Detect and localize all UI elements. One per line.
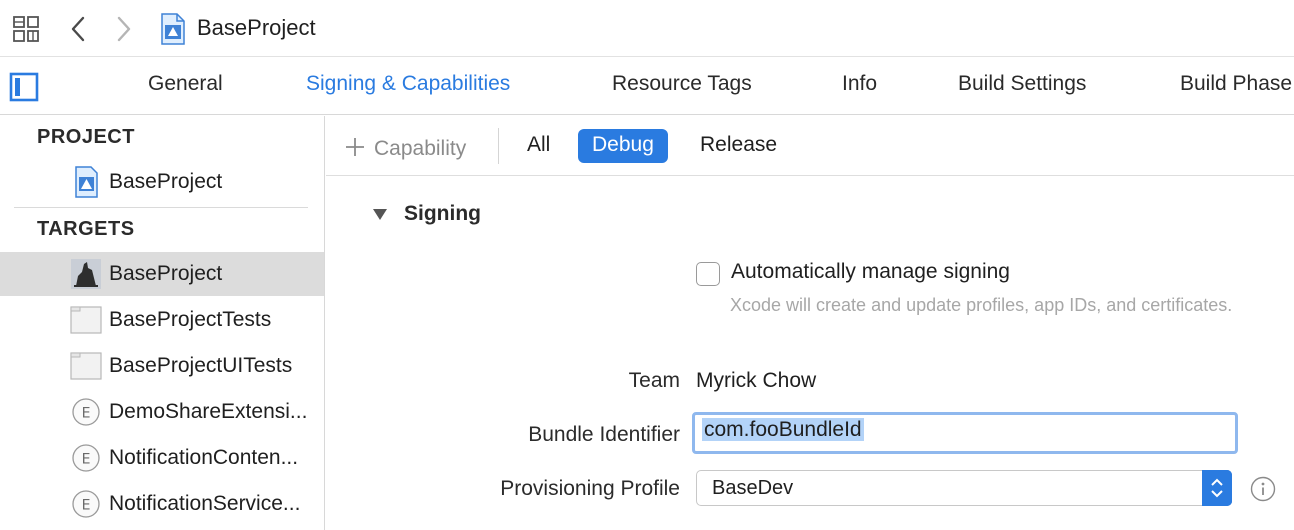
tab-resource-tags[interactable]: Resource Tags [612,72,752,96]
provisioning-profile-label: Provisioning Profile [500,477,680,500]
sidebar-item-target-share-extension[interactable]: E DemoShareExtensi... [0,390,324,434]
xcode-project-icon [75,166,98,198]
sidebar-item-target-tests[interactable]: BaseProjectTests [0,298,324,342]
divider [498,128,499,164]
extension-icon: E [72,398,100,426]
auto-manage-signing-checkbox[interactable] [696,262,720,286]
team-value: Myrick Chow [696,369,817,392]
add-capability-label: Capability [374,137,467,160]
targets-section-header: TARGETS [37,218,135,240]
svg-text:E: E [82,452,91,468]
back-chevron-icon[interactable] [68,14,88,44]
breadcrumb[interactable]: BaseProject [197,15,316,41]
segment-release[interactable]: Release [686,129,791,163]
sidebar-item-label: BaseProject [109,170,223,193]
auto-manage-signing-label[interactable]: Automatically manage signing [731,260,1010,284]
toolbar: BaseProject [0,0,1294,57]
related-items-grid-icon[interactable] [12,15,40,43]
sidebar-item-project[interactable]: BaseProject [0,160,324,204]
provisioning-profile-popup[interactable]: BaseDev [696,470,1232,506]
sidebar-item-label: NotificationConten... [109,446,299,469]
tab-build-settings[interactable]: Build Settings [958,72,1086,96]
sidebar-item-label: NotificationService... [109,492,301,515]
add-capability-button[interactable]: Capability [344,133,466,161]
sidebar-item-label: BaseProject [109,262,223,285]
sidebar-item-label: BaseProjectUITests [109,354,293,377]
popup-chevrons-icon [1202,470,1232,506]
sidebar-toggle-icon[interactable] [9,72,39,102]
test-bundle-icon [70,306,102,334]
auto-manage-signing-hint: Xcode will create and update profiles, a… [730,295,1233,315]
info-icon[interactable] [1250,476,1276,502]
plus-icon [346,138,364,156]
app-icon [71,259,101,289]
team-label: Team [628,369,680,392]
tab-info[interactable]: Info [842,72,877,96]
bundle-identifier-field[interactable]: com.fooBundleId [692,412,1238,454]
tab-signing-capabilities[interactable]: Signing & Capabilities [306,72,510,96]
project-section-header: PROJECT [37,126,135,148]
sidebar-item-target-notification-service[interactable]: E NotificationService... [0,482,324,526]
sidebar-item-target-notification-content[interactable]: E NotificationConten... [0,436,324,480]
extension-icon: E [72,490,100,518]
tab-build-phases[interactable]: Build Phase [1180,72,1292,96]
capability-filter-bar: Capability All Debug Release [326,116,1294,176]
xcode-project-icon [161,13,185,45]
project-target-sidebar: PROJECT BaseProject TARGETS BaseProject … [0,116,325,530]
forward-chevron-icon[interactable] [114,14,134,44]
disclosure-triangle-icon[interactable] [372,207,388,221]
segment-debug[interactable]: Debug [578,129,668,163]
divider [14,207,308,208]
tab-general[interactable]: General [148,72,223,96]
svg-text:E: E [82,498,91,514]
provisioning-profile-value: BaseDev [712,477,794,499]
sidebar-item-target-uitests[interactable]: BaseProjectUITests [0,344,324,388]
segment-all[interactable]: All [513,129,564,163]
bundle-identifier-label: Bundle Identifier [528,423,680,446]
extension-icon: E [72,444,100,472]
signing-section-title: Signing [404,202,481,225]
sidebar-item-target-baseproject[interactable]: BaseProject [0,252,324,296]
sidebar-item-label: DemoShareExtensi... [109,400,308,423]
sidebar-item-label: BaseProjectTests [109,308,272,331]
svg-text:E: E [82,406,91,422]
editor-tab-bar: General Signing & Capabilities Resource … [0,57,1294,115]
signing-capabilities-editor: Capability All Debug Release Signing Aut… [326,116,1294,530]
test-bundle-icon [70,352,102,380]
bundle-identifier-value: com.fooBundleId [702,418,864,441]
